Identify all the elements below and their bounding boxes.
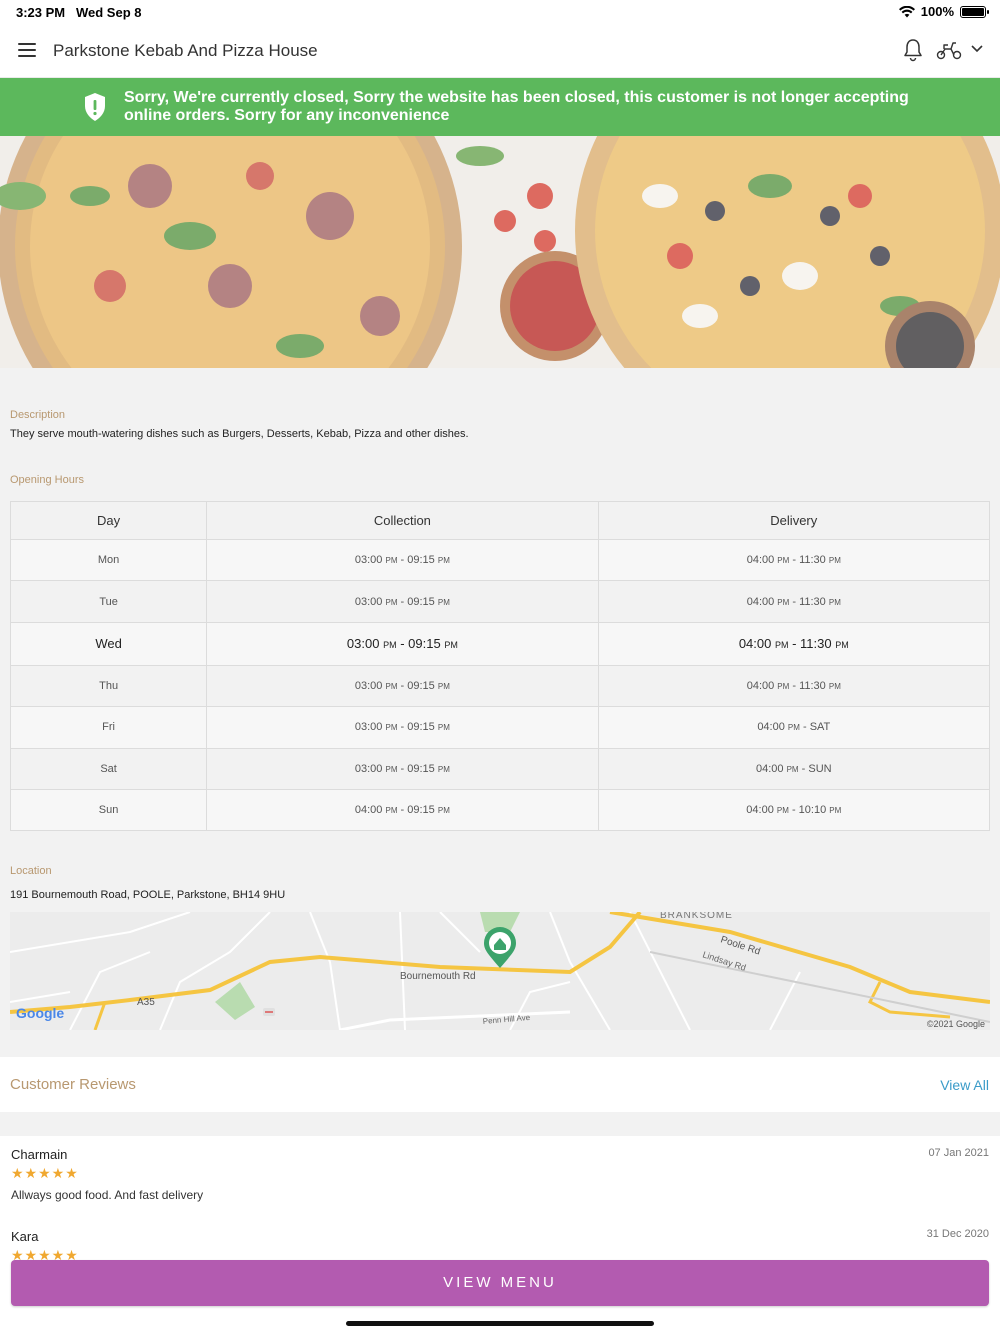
google-logo: Google: [16, 1005, 64, 1021]
hours-delivery: 04:00 PM - 11:30 PM: [597, 538, 991, 582]
hours-day: Tue: [9, 580, 208, 623]
hours-row: Sun 04:00 PM - 09:15 PM 04:00 PM - 10:10 P…: [9, 788, 991, 832]
header-day: Day: [9, 501, 208, 540]
view-menu-button[interactable]: VIEW MENU: [11, 1260, 989, 1306]
home-indicator[interactable]: [346, 1321, 654, 1326]
hours-row: Thu 03:00 PM - 09:15 PM 04:00 PM - 11:30 P…: [9, 664, 991, 708]
hours-day: Sat: [9, 747, 208, 790]
location-section: Location 191 Bournemouth Road, POOLE, Pa…: [0, 855, 1000, 1047]
hours-collection: 03:00 PM - 09:15 PM: [206, 706, 599, 749]
hours-day: Thu: [9, 664, 208, 708]
address-text: 191 Bournemouth Road, POOLE, Parkstone, …: [10, 889, 286, 901]
status-bar: 3:23 PM Wed Sep 8 100%: [0, 0, 1000, 24]
hours-collection: 03:00 PM - 09:15 PM: [206, 538, 599, 582]
location-label: Location: [10, 865, 52, 877]
hours-collection: 03:00 PM - 09:15 PM: [206, 621, 599, 666]
page-title: Parkstone Kebab And Pizza House: [53, 41, 318, 60]
closed-message: Sorry, We're currently closed, Sorry the…: [124, 89, 909, 124]
opening-hours-section: Opening Hours Day Collection Delivery Mo…: [0, 462, 1000, 850]
hours-row: Sat 03:00 PM - 09:15 PM 04:00 PM - SUN: [9, 747, 991, 790]
hours-day: Mon: [9, 538, 208, 582]
status-time: 3:23 PM Wed Sep 8: [16, 5, 142, 20]
description-label: Description: [10, 409, 66, 421]
hours-day: Wed: [9, 621, 208, 666]
review-date: 31 Dec 2020: [926, 1228, 989, 1240]
hours-row: Fri 03:00 PM - 09:15 PM 04:00 PM - SAT: [9, 706, 991, 749]
hours-collection: 03:00 PM - 09:15 PM: [206, 580, 599, 623]
hours-delivery: 04:00 PM - SUN: [597, 747, 991, 790]
hours-delivery: 04:00 PM - 11:30 PM: [597, 621, 991, 666]
review-date: 07 Jan 2021: [928, 1147, 989, 1159]
description-section: Description They serve mouth-watering di…: [0, 368, 1000, 458]
closed-banner: Sorry, We're currently closed, Sorry the…: [0, 78, 1000, 136]
bell-icon[interactable]: [902, 38, 924, 62]
hours-row: Wed 03:00 PM - 09:15 PM 04:00 PM - 11:30 P…: [9, 621, 991, 666]
hours-delivery: 04:00 PM - 10:10 PM: [597, 788, 991, 832]
hero-overlay: [0, 136, 1000, 368]
reviewer-name: Charmain: [11, 1147, 68, 1162]
description-text: They serve mouth-watering dishes such as…: [10, 428, 469, 440]
hours-delivery: 04:00 PM - 11:30 PM: [597, 580, 991, 623]
battery-percent: 100%: [920, 4, 954, 19]
status-right: 100%: [898, 4, 989, 19]
hours-delivery: 04:00 PM - SAT: [597, 706, 991, 749]
hours-day: Fri: [9, 706, 208, 749]
shield-alert-icon: [85, 93, 105, 121]
map-label-bournemouth-rd: Bournemouth Rd: [400, 971, 476, 982]
opening-hours-label: Opening Hours: [10, 474, 84, 486]
hours-day: Sun: [9, 788, 208, 832]
review-text: Allways good food. And fast delivery: [11, 1188, 204, 1202]
hours-collection: 03:00 PM - 09:15 PM: [206, 747, 599, 790]
hero-image: [0, 136, 1000, 368]
rating-stars: ★★★★★: [11, 1165, 79, 1181]
hours-delivery: 04:00 PM - 11:30 PM: [597, 664, 991, 708]
header-collection: Collection: [206, 501, 599, 540]
menu-icon[interactable]: [18, 43, 36, 57]
chevron-down-icon[interactable]: [970, 44, 984, 54]
map-label-branksome: BRANKSOME: [660, 912, 733, 921]
scooter-icon[interactable]: [936, 40, 962, 60]
reviews-header: Customer Reviews View All: [0, 1057, 1000, 1112]
battery-icon: [960, 5, 989, 18]
app-header: Parkstone Kebab And Pizza House: [0, 24, 1000, 78]
hours-row: Tue 03:00 PM - 09:15 PM 04:00 PM - 11:30 P…: [9, 580, 991, 623]
map-copyright: ©2021 Google: [927, 1019, 985, 1029]
map-label-a35: A35: [137, 997, 155, 1008]
reviews-title: Customer Reviews: [10, 1076, 136, 1093]
opening-hours-table: Day Collection Delivery Mon 03:00 PM - 09…: [9, 501, 991, 832]
location-map[interactable]: BRANKSOME Poole Rd Lindsay Rd Bournemout…: [10, 912, 990, 1030]
hours-collection: 03:00 PM - 09:15 PM: [206, 664, 599, 708]
hours-row: Mon 03:00 PM - 09:15 PM 04:00 PM - 11:30 P…: [9, 538, 991, 582]
hours-collection: 04:00 PM - 09:15 PM: [206, 788, 599, 832]
header-delivery: Delivery: [597, 501, 991, 540]
reviewer-name: Kara: [11, 1229, 39, 1244]
view-all-reviews-link[interactable]: View All: [940, 1077, 989, 1093]
wifi-icon: [898, 5, 915, 17]
